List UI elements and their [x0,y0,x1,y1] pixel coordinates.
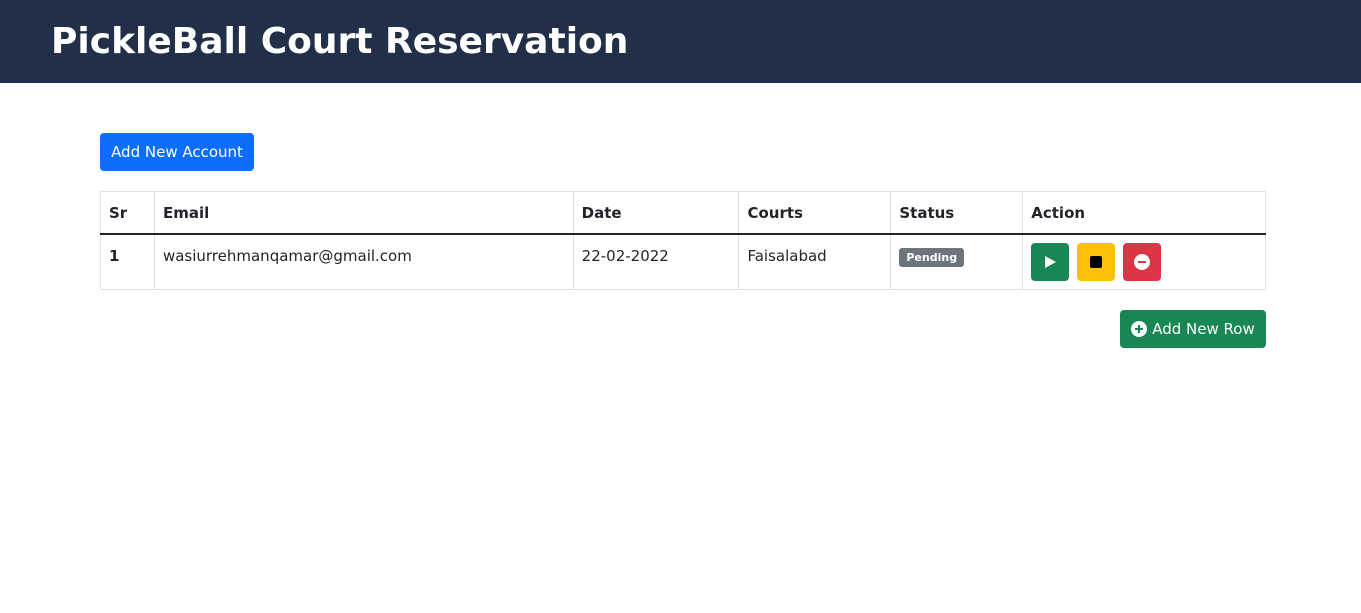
add-new-account-button[interactable]: Add New Account [100,133,254,171]
start-button[interactable] [1031,242,1070,281]
column-header-sr: Sr [100,191,155,235]
table-header-row: Sr Email Date Courts Status Action [100,191,1266,235]
page-title: PickleBall Court Reservation [51,21,629,62]
row-status-cell: Pending [890,233,1024,290]
row-court: Faisalabad [738,233,892,290]
column-header-action: Action [1022,191,1266,235]
add-row-container: Add New Row [100,310,1266,348]
remove-button[interactable] [1122,242,1161,281]
row-sr: 1 [100,233,155,290]
column-header-status: Status [890,191,1024,235]
remove-circle-icon [1133,253,1150,270]
column-header-email: Email [153,191,574,235]
row-date: 22-02-2022 [572,233,740,290]
stop-icon [1090,255,1103,268]
add-new-row-button[interactable]: Add New Row [1120,310,1266,348]
play-icon [1045,255,1057,268]
row-actions-cell [1022,233,1266,290]
reservations-table: Sr Email Date Courts Status Action 1 was… [100,191,1266,290]
column-header-date: Date [572,191,740,235]
table-row: 1 wasiurrehmanqamar@gmail.com 22-02-2022… [100,233,1266,290]
main-content: Add New Account Sr Email Date Courts Sta… [0,83,1361,348]
add-new-row-label: Add New Row [1152,320,1255,338]
status-badge: Pending [899,247,965,267]
navbar: PickleBall Court Reservation [0,0,1361,83]
stop-button[interactable] [1077,242,1116,281]
row-email: wasiurrehmanqamar@gmail.com [153,233,574,290]
column-header-courts: Courts [738,191,892,235]
plus-circle-icon [1131,321,1148,337]
